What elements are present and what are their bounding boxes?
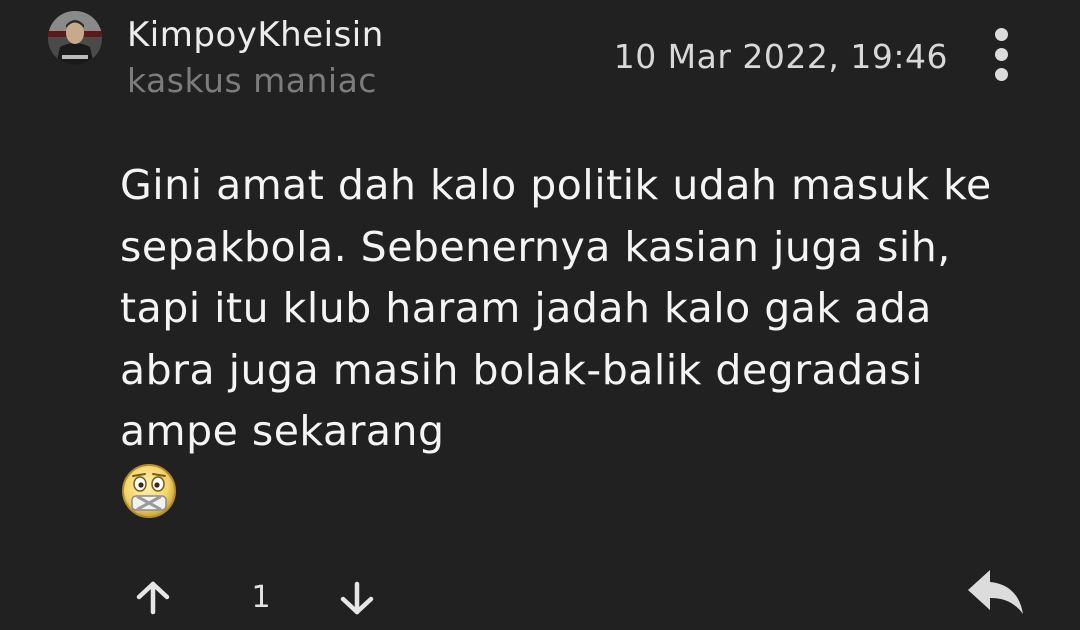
avatar-image xyxy=(48,11,102,65)
author-username[interactable]: KimpoyKheisin xyxy=(127,14,384,56)
more-options-button[interactable] xyxy=(982,24,1022,84)
arrow-down-icon[interactable] xyxy=(338,580,376,616)
author-rank: kaskus maniac xyxy=(127,61,377,100)
author-avatar[interactable] xyxy=(48,11,102,65)
more-vertical-icon-dot xyxy=(995,68,1008,81)
arrow-up-icon[interactable] xyxy=(134,580,172,616)
vote-count: 1 xyxy=(251,580,271,615)
post-timestamp: 10 Mar 2022, 19:46 xyxy=(613,37,948,76)
post-body-text: Gini amat dah kalo politik udah masuk ke… xyxy=(120,161,992,455)
more-vertical-icon xyxy=(995,28,1008,41)
more-vertical-icon-dot xyxy=(995,48,1008,61)
emoticon-smiley-icon xyxy=(122,464,176,518)
reply-icon[interactable] xyxy=(966,568,1026,618)
